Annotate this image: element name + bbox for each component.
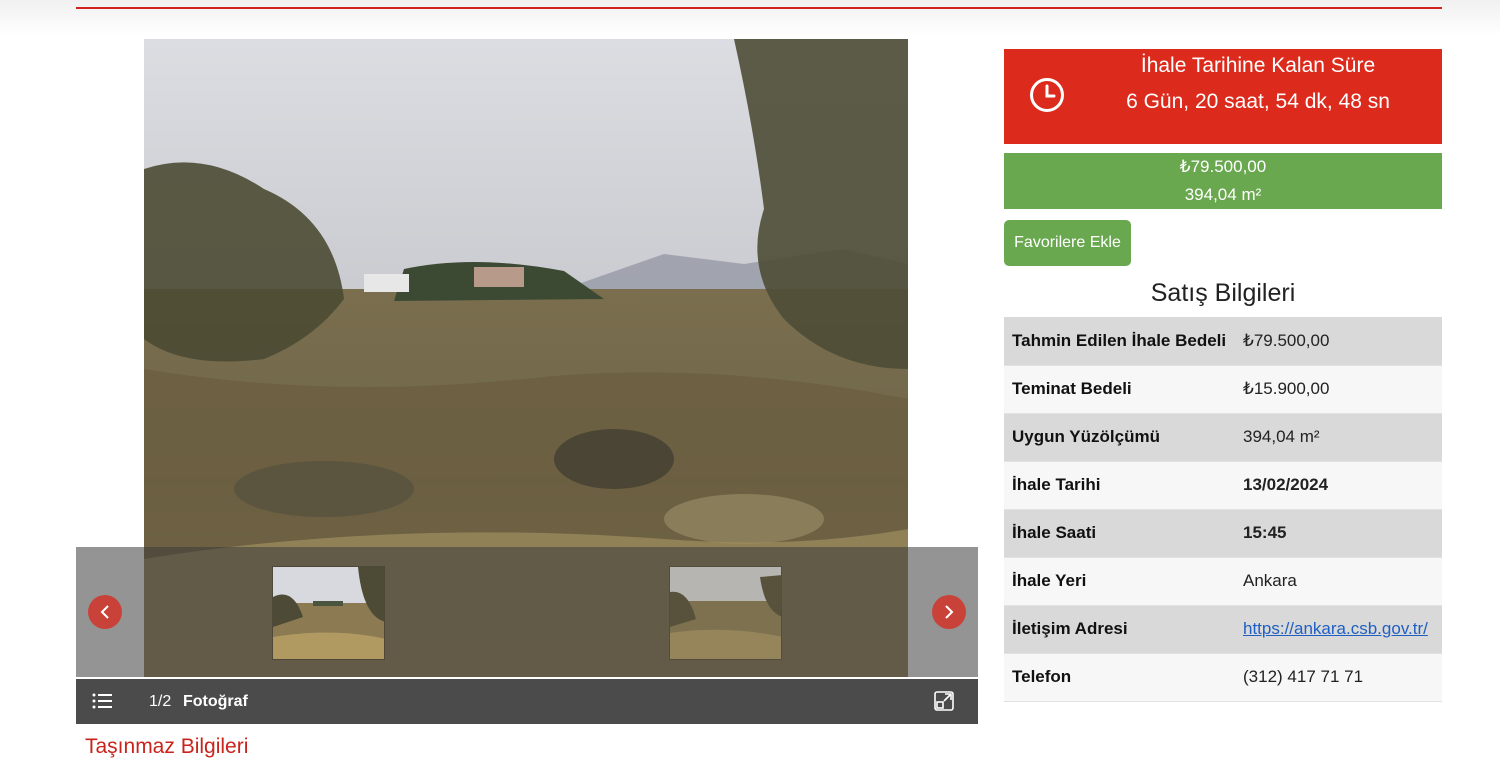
table-row: İhale Yeri Ankara	[1004, 557, 1442, 606]
add-to-favorites-button[interactable]: Favorilere Ekle	[1004, 220, 1131, 266]
contact-address-link[interactable]: https://ankara.csb.gov.tr/	[1243, 619, 1428, 638]
property-info-heading: Taşınmaz Bilgileri	[85, 735, 249, 758]
expand-icon[interactable]	[934, 691, 954, 711]
row-value: 394,04 m²	[1235, 413, 1442, 462]
thumbnail-1[interactable]	[272, 566, 385, 660]
photo-gallery: 1/2 Fotoğraf	[76, 39, 978, 724]
next-photo-button[interactable]	[932, 595, 966, 629]
row-value: https://ankara.csb.gov.tr/	[1235, 605, 1442, 654]
row-key: Uygun Yüzölçümü	[1004, 413, 1235, 462]
table-row: İletişim Adresi https://ankara.csb.gov.t…	[1004, 605, 1442, 654]
table-row: İhale Tarihi 13/02/2024	[1004, 461, 1442, 510]
row-value: 15:45	[1235, 509, 1442, 558]
row-key: Telefon	[1004, 653, 1235, 702]
previous-photo-button[interactable]	[88, 595, 122, 629]
row-value: ₺15.900,00	[1235, 365, 1442, 414]
sales-info-heading: Satış Bilgileri	[1150, 279, 1296, 307]
row-value: Ankara	[1235, 557, 1442, 606]
row-value: (312) 417 71 71	[1235, 653, 1442, 702]
thumbnail-2[interactable]	[669, 566, 782, 660]
list-icon[interactable]	[92, 692, 112, 710]
photo-counter: 1/2	[149, 693, 172, 710]
table-row: İhale Saati 15:45	[1004, 509, 1442, 558]
chevron-left-icon	[100, 605, 109, 619]
row-key: Tahmin Edilen İhale Bedeli	[1004, 317, 1235, 366]
row-value: ₺79.500,00	[1235, 317, 1442, 366]
price-box: ₺79.500,00 394,04 m²	[1004, 153, 1442, 209]
chevron-right-icon	[945, 605, 954, 619]
countdown-title: İhale Tarihine Kalan Süre	[1140, 54, 1376, 77]
row-key: İhale Saati	[1004, 509, 1235, 558]
photo-label: Fotoğraf	[183, 693, 248, 710]
price-area: 394,04 m²	[1184, 185, 1262, 204]
table-row: Tahmin Edilen İhale Bedeli ₺79.500,00	[1004, 317, 1442, 366]
header-bar	[0, 0, 1500, 36]
countdown-remaining: 6 Gün, 20 saat, 54 dk, 48 sn	[1126, 90, 1390, 113]
row-value: 13/02/2024	[1235, 461, 1442, 510]
table-row: Teminat Bedeli ₺15.900,00	[1004, 365, 1442, 414]
countdown-banner: İhale Tarihine Kalan Süre 6 Gün, 20 saat…	[1004, 49, 1442, 144]
thumbnail-strip	[76, 547, 978, 677]
row-key: Teminat Bedeli	[1004, 365, 1235, 414]
table-row: Uygun Yüzölçümü 394,04 m²	[1004, 413, 1442, 462]
row-key: İhale Tarihi	[1004, 461, 1235, 510]
header-divider	[76, 7, 1442, 9]
row-key: İhale Yeri	[1004, 557, 1235, 606]
row-key: İletişim Adresi	[1004, 605, 1235, 654]
table-row: Telefon (312) 417 71 71	[1004, 653, 1442, 702]
gallery-toolbar: 1/2 Fotoğraf	[76, 679, 978, 724]
sales-info-table: Tahmin Edilen İhale Bedeli ₺79.500,00 Te…	[1004, 317, 1442, 702]
price-amount: ₺79.500,00	[1179, 157, 1267, 176]
